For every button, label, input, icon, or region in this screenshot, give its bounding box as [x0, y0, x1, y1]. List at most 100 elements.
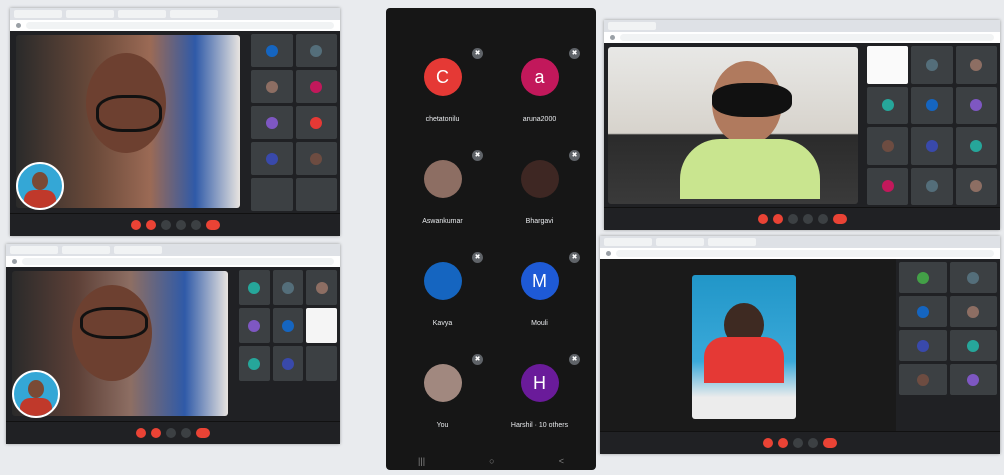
- browser-tab[interactable]: [708, 238, 756, 246]
- participant-tile[interactable]: [955, 127, 997, 165]
- participant-tile[interactable]: [272, 270, 304, 305]
- phone-participant-tile[interactable]: ✖ Kavya: [394, 252, 491, 332]
- participant-tile[interactable]: [899, 364, 947, 395]
- participant-tile[interactable]: [867, 167, 909, 205]
- participant-tile[interactable]: [251, 34, 293, 67]
- browser-tab[interactable]: [118, 10, 166, 18]
- participant-tile[interactable]: [899, 296, 947, 327]
- captions-icon[interactable]: [793, 438, 803, 448]
- mic-off-icon[interactable]: [757, 214, 768, 224]
- participant-grid: [236, 267, 340, 422]
- browser-tab[interactable]: [604, 238, 652, 246]
- phone-participant-tile[interactable]: ✖ Bhargavi: [491, 150, 588, 230]
- participant-tile[interactable]: [251, 178, 293, 211]
- participant-tile[interactable]: [867, 86, 909, 124]
- back-icon[interactable]: <: [559, 456, 564, 466]
- end-call-icon[interactable]: [832, 214, 847, 224]
- participant-tile[interactable]: [272, 346, 304, 381]
- participant-tile[interactable]: [251, 106, 293, 139]
- participant-tile[interactable]: [899, 330, 947, 361]
- participant-tile[interactable]: [295, 142, 337, 175]
- end-call-icon[interactable]: [823, 438, 837, 448]
- present-icon[interactable]: [808, 438, 818, 448]
- mic-off-icon[interactable]: [136, 428, 146, 438]
- address-bar[interactable]: [6, 256, 340, 267]
- participant-tile[interactable]: [949, 296, 997, 327]
- participant-tile[interactable]: [911, 127, 953, 165]
- participant-tile[interactable]: [911, 167, 953, 205]
- phone-participant-tile[interactable]: ✖ H Harshil · 10 others: [491, 354, 588, 434]
- participant-tile[interactable]: [239, 346, 270, 381]
- camera-off-icon[interactable]: [151, 428, 161, 438]
- participant-tile[interactable]: [239, 308, 270, 343]
- reload-icon[interactable]: [16, 23, 21, 28]
- captions-icon[interactable]: [160, 220, 171, 230]
- end-call-icon[interactable]: [205, 220, 220, 230]
- camera-off-icon[interactable]: [772, 214, 783, 224]
- camera-off-icon[interactable]: [145, 220, 156, 230]
- url-field[interactable]: [22, 258, 334, 265]
- participant-tile[interactable]: [955, 86, 997, 124]
- more-icon[interactable]: [190, 220, 201, 230]
- participant-tile[interactable]: [911, 86, 953, 124]
- mic-off-icon[interactable]: [763, 438, 773, 448]
- participant-tile[interactable]: [949, 330, 997, 361]
- participant-tile[interactable]: [867, 46, 909, 84]
- captions-icon[interactable]: [787, 214, 798, 224]
- participant-tile[interactable]: [949, 262, 997, 293]
- participant-tile[interactable]: [949, 364, 997, 395]
- url-field[interactable]: [616, 250, 994, 257]
- participant-tile[interactable]: [955, 46, 997, 84]
- browser-tab[interactable]: [114, 246, 162, 254]
- participant-tile[interactable]: [899, 262, 947, 293]
- address-bar[interactable]: [600, 248, 1000, 259]
- browser-tab[interactable]: [170, 10, 218, 18]
- browser-tab[interactable]: [10, 246, 58, 254]
- participant-tile[interactable]: [251, 142, 293, 175]
- camera-off-icon[interactable]: [778, 438, 788, 448]
- participant-tile[interactable]: [295, 34, 337, 67]
- browser-tab[interactable]: [656, 238, 704, 246]
- reload-icon[interactable]: [606, 251, 611, 256]
- browser-tab[interactable]: [66, 10, 114, 18]
- reload-icon[interactable]: [12, 259, 17, 264]
- android-nav-bar: ||| ○ <: [386, 456, 596, 466]
- recents-icon[interactable]: |||: [418, 456, 425, 466]
- phone-participant-tile[interactable]: ✖ a aruna2000: [491, 48, 588, 128]
- participant-tile[interactable]: [295, 106, 337, 139]
- avatar-photo: [520, 160, 559, 198]
- present-icon[interactable]: [175, 220, 186, 230]
- browser-tab[interactable]: [608, 22, 656, 30]
- reload-icon[interactable]: [610, 35, 615, 40]
- participant-tile[interactable]: [251, 70, 293, 103]
- end-call-icon[interactable]: [196, 428, 210, 438]
- mic-off-icon[interactable]: [130, 220, 141, 230]
- present-icon[interactable]: [802, 214, 813, 224]
- browser-tab[interactable]: [14, 10, 62, 18]
- address-bar[interactable]: [604, 32, 1000, 43]
- more-icon[interactable]: [817, 214, 828, 224]
- present-icon[interactable]: [181, 428, 191, 438]
- phone-participant-tile[interactable]: ✖ M Mouli: [491, 252, 588, 332]
- phone-participant-tile[interactable]: ✖ You: [394, 354, 491, 434]
- home-icon[interactable]: ○: [489, 456, 494, 466]
- url-field[interactable]: [26, 22, 334, 29]
- participant-name: Harshil · 10 others: [510, 422, 569, 429]
- participant-tile[interactable]: [295, 70, 337, 103]
- participant-tile[interactable]: [911, 46, 953, 84]
- participant-tile[interactable]: [239, 270, 270, 305]
- phone-participant-tile[interactable]: ✖ Cchetatonilu: [394, 48, 491, 128]
- participant-tile[interactable]: [867, 127, 909, 165]
- captions-icon[interactable]: [166, 428, 176, 438]
- participant-tile[interactable]: [272, 308, 304, 343]
- phone-participant-tile[interactable]: ✖ Aswankumar: [394, 150, 491, 230]
- participant-tile[interactable]: [295, 178, 337, 211]
- url-field[interactable]: [620, 34, 994, 41]
- participant-tile[interactable]: [306, 308, 337, 343]
- participant-tile[interactable]: [306, 346, 337, 381]
- browser-tab[interactable]: [62, 246, 110, 254]
- call-controls: [600, 431, 1000, 454]
- address-bar[interactable]: [10, 20, 340, 31]
- participant-tile[interactable]: [306, 270, 337, 305]
- participant-tile[interactable]: [955, 167, 997, 205]
